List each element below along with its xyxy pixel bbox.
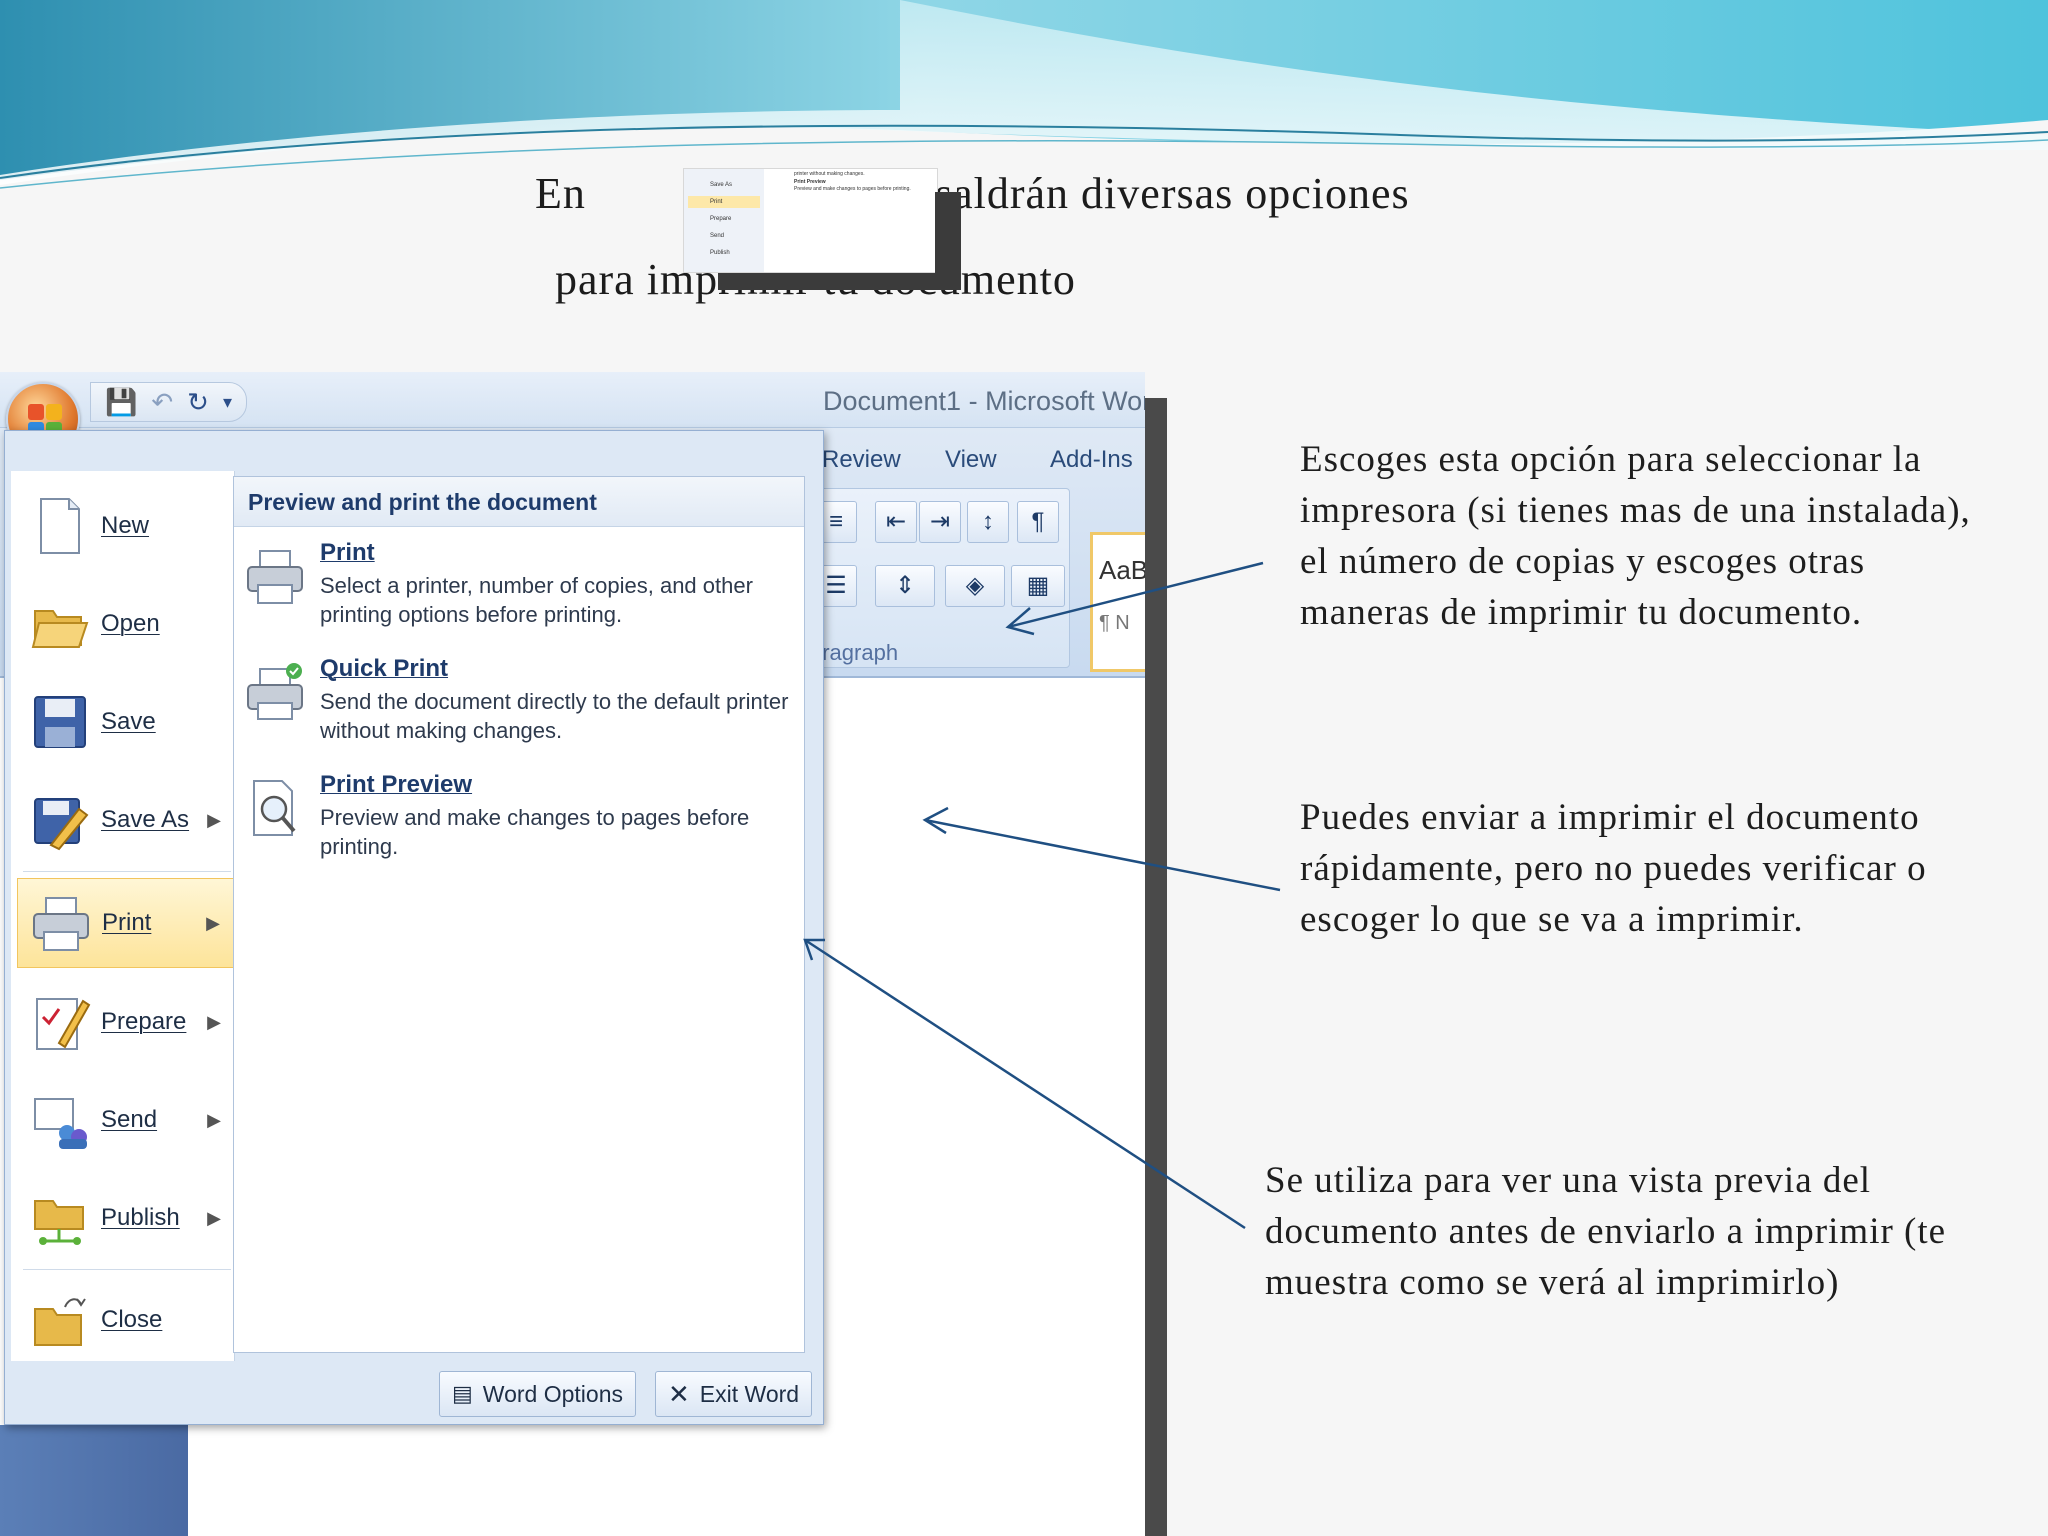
shading-icon[interactable]: ◈	[945, 565, 1005, 607]
exit-word-label: Exit Word	[699, 1380, 800, 1407]
print-menu-thumbnail: Save As Print Prepare Send Publish print…	[683, 168, 938, 273]
menu-item-save-as[interactable]: Save As ▶	[17, 775, 235, 865]
submenu-item-description: Select a printer, number of copies, and …	[320, 573, 753, 627]
submenu-item-title: Print	[320, 539, 375, 566]
heading-line1-left: En	[535, 169, 586, 218]
show-formatting-icon[interactable]: ¶	[1017, 501, 1059, 543]
new-document-icon	[29, 495, 91, 557]
quick-styles-gallery[interactable]: AaBl ¶ N	[1090, 532, 1145, 672]
print-preview-icon	[244, 777, 306, 839]
close-folder-icon	[29, 1289, 91, 1351]
word-options-label: Word Options	[482, 1380, 623, 1407]
thumbnail-item: Save As	[710, 182, 733, 188]
divider-bar	[1145, 398, 1167, 1536]
menu-item-new[interactable]: New	[17, 481, 235, 571]
title-bar: 💾 ↶ ↻ ▾ Document1 - Microsoft Word	[0, 372, 1145, 428]
menu-item-label: Save As	[101, 806, 190, 833]
submenu-item-quick-print[interactable]: Quick Print Send the document directly t…	[244, 655, 799, 765]
thumbnail-item: Publish	[710, 250, 730, 256]
menu-item-open[interactable]: Open	[17, 579, 235, 669]
borders-icon[interactable]: ▦	[1011, 565, 1065, 607]
submenu-arrow-icon: ▶	[207, 809, 221, 830]
thumbnail-item: Send	[710, 233, 725, 239]
menu-item-label: Close	[101, 1306, 163, 1333]
submenu-item-description: Send the document directly to the defaul…	[320, 689, 789, 743]
submenu-arrow-icon: ▶	[207, 1207, 221, 1228]
styles-sample-text: AaBl	[1099, 555, 1145, 585]
prepare-icon	[29, 991, 91, 1053]
menu-item-send[interactable]: Send ▶	[17, 1075, 235, 1165]
office-menu: New Open Save Save As ▶ Print ▶ Prepare …	[4, 430, 824, 1425]
styles-sample-text: ¶ N	[1099, 612, 1130, 634]
close-icon: ✕	[668, 1378, 690, 1409]
customize-qat-icon[interactable]: ▾	[223, 392, 232, 413]
increase-indent-icon[interactable]: ⇥	[919, 501, 961, 543]
menu-item-save[interactable]: Save	[17, 677, 235, 767]
redo-icon[interactable]: ↻	[187, 387, 209, 418]
office-menu-commands: New Open Save Save As ▶ Print ▶ Prepare …	[11, 471, 235, 1361]
thumbnail-item-selected: Print	[688, 196, 760, 208]
menu-separator	[23, 871, 231, 872]
menu-item-label: Open	[101, 610, 160, 637]
undo-icon[interactable]: ↶	[151, 387, 173, 418]
save-icon[interactable]: 💾	[105, 387, 137, 418]
window-title: Document1 - Microsoft Word	[823, 386, 1145, 416]
submenu-arrow-icon: ▶	[206, 912, 220, 933]
menu-item-label: Print	[102, 909, 152, 936]
printer-icon	[30, 892, 92, 954]
tab-add-ins[interactable]: Add-Ins	[1050, 446, 1133, 474]
menu-separator	[23, 1269, 231, 1270]
sort-icon[interactable]: ↕	[967, 501, 1009, 543]
menu-item-label: Prepare	[101, 1008, 187, 1035]
callout-quick-print-explanation: Puedes enviar a imprimir el documento rá…	[1300, 797, 1927, 940]
thumbnail-text: Preview and make changes to pages before…	[794, 186, 911, 192]
menu-item-close[interactable]: Close	[17, 1275, 235, 1365]
submenu-header: Preview and print the document	[234, 477, 804, 527]
decrease-indent-icon[interactable]: ⇤	[875, 501, 917, 543]
submenu-item-title: Quick Print	[320, 655, 449, 682]
printer-icon	[244, 545, 306, 607]
submenu-item-description: Preview and make changes to pages before…	[320, 805, 750, 859]
thumbnail-text: Print Preview	[794, 179, 826, 185]
print-submenu-panel: Preview and print the document Print Sel…	[233, 476, 805, 1353]
thumbnail-item: Prepare	[710, 216, 732, 222]
line-spacing-icon[interactable]: ⇕	[875, 565, 935, 607]
menu-item-print[interactable]: Print ▶	[17, 878, 235, 968]
menu-item-label: Publish	[101, 1204, 180, 1231]
callout-preview-explanation: Se utiliza para ver una vista previa del…	[1265, 1160, 1947, 1303]
menu-item-label: Save	[101, 708, 156, 735]
quick-print-icon	[244, 661, 306, 723]
menu-item-label: New	[101, 512, 150, 539]
callout-print-explanation: Escoges esta opción para seleccionar la …	[1300, 439, 1971, 633]
menu-item-publish[interactable]: Publish ▶	[17, 1173, 235, 1263]
open-folder-icon	[29, 593, 91, 655]
tab-review[interactable]: Review	[822, 446, 901, 474]
submenu-arrow-icon: ▶	[207, 1109, 221, 1130]
submenu-item-title: Print Preview	[320, 771, 473, 798]
save-disk-icon	[29, 691, 91, 753]
submenu-arrow-icon: ▶	[207, 1011, 221, 1032]
submenu-item-print[interactable]: Print Select a printer, number of copies…	[244, 539, 799, 649]
save-as-icon	[29, 789, 91, 851]
submenu-item-print-preview[interactable]: Print Preview Preview and make changes t…	[244, 771, 799, 881]
tab-view[interactable]: View	[945, 446, 997, 474]
menu-item-prepare[interactable]: Prepare ▶	[17, 977, 235, 1067]
options-icon: ▤	[452, 1381, 473, 1406]
publish-icon	[29, 1187, 91, 1249]
bracket-vertical	[935, 192, 961, 290]
document-page-edge	[0, 1425, 188, 1536]
thumbnail-text: printer without making changes.	[794, 171, 865, 177]
quick-access-toolbar: 💾 ↶ ↻ ▾	[90, 382, 248, 422]
heading-line1-right: saldrán diversas opciones	[935, 169, 1410, 218]
word-options-button[interactable]: ▤ Word Options	[439, 1371, 636, 1417]
exit-word-button[interactable]: ✕ Exit Word	[655, 1371, 813, 1417]
send-icon	[29, 1089, 91, 1151]
menu-item-label: Send	[101, 1106, 158, 1133]
